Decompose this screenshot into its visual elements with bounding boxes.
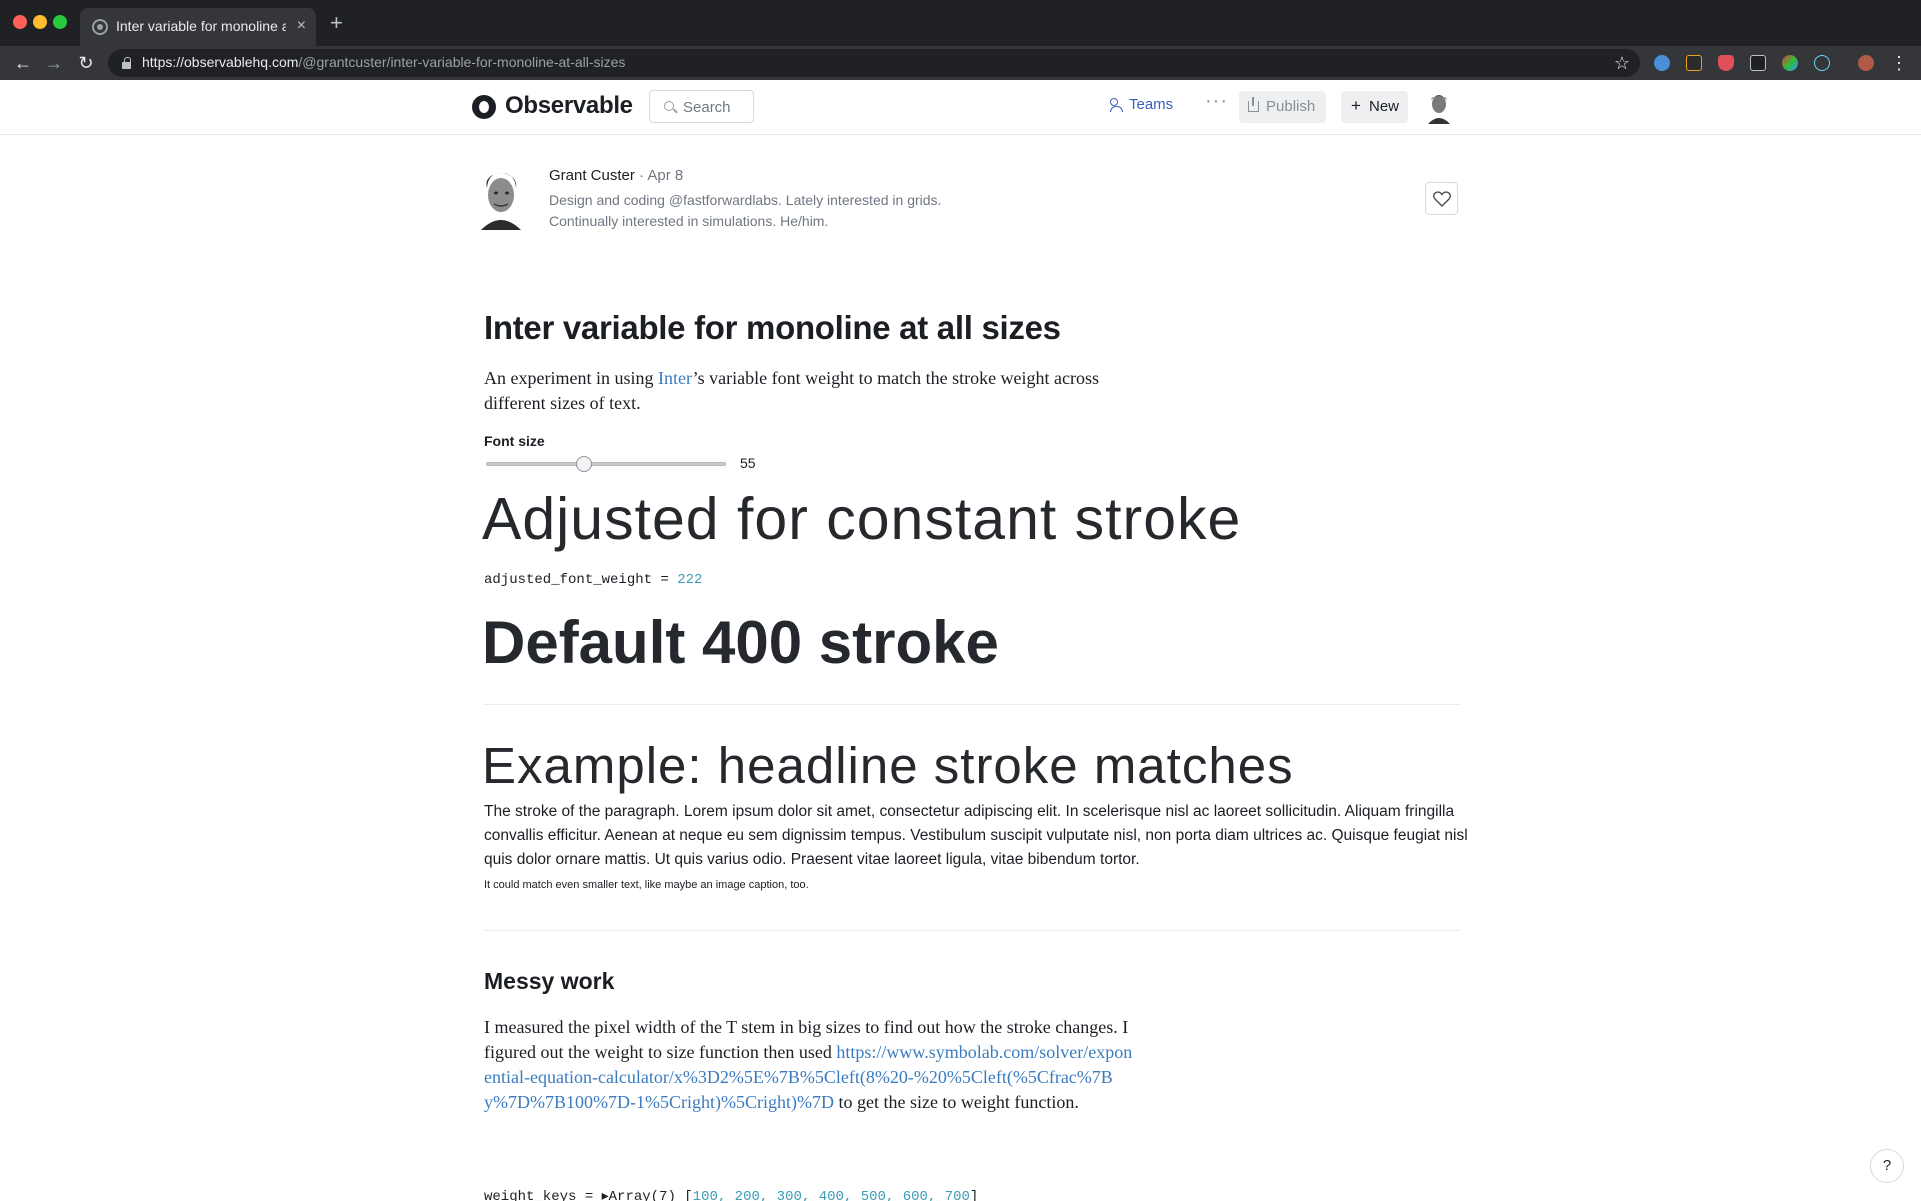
people-icon — [1110, 98, 1124, 112]
observable-favicon-icon — [92, 19, 108, 35]
intro-paragraph: An experiment in using Inter’s variable … — [484, 368, 1100, 413]
search-input[interactable]: Search — [649, 90, 754, 123]
tab-close-icon[interactable]: × — [297, 16, 306, 36]
minimize-window-button[interactable] — [33, 15, 47, 29]
author-byline: Grant Custer · Apr 8 — [549, 167, 683, 184]
new-notebook-button[interactable]: + New — [1341, 91, 1408, 123]
browser-toolbar: ← → ↻ https://observablehq.com/@grantcus… — [0, 46, 1921, 80]
author-bio: Design and coding @fastforwardlabs. Late… — [549, 192, 942, 229]
cell-divider — [484, 704, 1460, 705]
example-caption: It could match even smaller text, like m… — [484, 879, 809, 891]
messy-work-paragraph: I measured the pixel width of the T stem… — [484, 1017, 1133, 1112]
font-size-slider-track[interactable] — [486, 462, 726, 466]
like-button[interactable] — [1425, 182, 1458, 215]
author-avatar[interactable] — [478, 170, 524, 230]
reload-icon[interactable]: ↻ — [75, 52, 97, 74]
example-heading: Example: headline stroke matches — [482, 737, 1294, 794]
more-options-icon[interactable]: ··· — [1205, 90, 1228, 113]
search-icon — [664, 101, 674, 111]
plus-icon: + — [1351, 96, 1361, 115]
extension-icon[interactable] — [1782, 55, 1798, 71]
tab-title: Inter variable for monoline at all sizes — [116, 18, 286, 34]
user-avatar[interactable] — [1426, 92, 1452, 124]
observable-logo-icon[interactable] — [472, 95, 496, 119]
publish-date: · Apr 8 — [634, 167, 684, 184]
font-size-value: 55 — [740, 455, 756, 471]
example-paragraph: The stroke of the paragraph. Lorem ipsum… — [484, 803, 1468, 868]
browser-menu-icon[interactable]: ⋮ — [1890, 52, 1908, 74]
share-icon — [1248, 97, 1259, 112]
url-text: https://observablehq.com/@grantcuster/in… — [142, 54, 626, 70]
author-name-link[interactable]: Grant Custer — [549, 167, 635, 184]
help-button[interactable]: ? — [1870, 1149, 1904, 1183]
browser-tab-active[interactable]: Inter variable for monoline at all sizes… — [80, 8, 316, 46]
search-placeholder: Search — [683, 99, 731, 116]
forward-arrow-icon[interactable]: → — [43, 52, 65, 74]
publish-button[interactable]: Publish — [1239, 91, 1326, 123]
profile-avatar-icon[interactable] — [1858, 55, 1874, 71]
back-arrow-icon[interactable]: ← — [12, 52, 34, 74]
default-stroke-heading: Default 400 stroke — [482, 609, 999, 676]
address-bar[interactable]: https://observablehq.com/@grantcuster/in… — [108, 49, 1640, 77]
inter-link[interactable]: Inter — [658, 368, 693, 388]
observable-header: Observable Search Teams ··· Publish + Ne… — [0, 80, 1921, 135]
observable-logo-text[interactable]: Observable — [505, 92, 633, 120]
weight-keys-output[interactable]: weight_keys = ▸Array(7) [100, 200, 300, … — [484, 1188, 978, 1201]
extension-icon[interactable] — [1686, 55, 1702, 71]
adjusted-stroke-heading: Adjusted for constant stroke — [482, 486, 1242, 552]
heart-icon — [1433, 191, 1451, 207]
extension-icon[interactable] — [1718, 55, 1734, 71]
cell-divider — [484, 930, 1460, 931]
new-tab-icon[interactable]: + — [330, 12, 343, 34]
font-size-label: Font size — [484, 433, 545, 449]
maximize-window-button[interactable] — [53, 15, 67, 29]
adjusted-font-weight-output: adjusted_font_weight = 222 — [484, 572, 703, 588]
extension-icon[interactable] — [1750, 55, 1766, 71]
messy-work-heading: Messy work — [484, 968, 615, 994]
teams-link[interactable]: Teams — [1110, 96, 1173, 113]
notebook-title: Inter variable for monoline at all sizes — [484, 309, 1061, 346]
react-devtools-icon[interactable] — [1814, 55, 1830, 71]
browser-tab-bar: Inter variable for monoline at all sizes… — [0, 0, 1921, 46]
close-window-button[interactable] — [13, 15, 27, 29]
bookmark-star-icon[interactable]: ☆ — [1614, 52, 1630, 74]
lock-icon — [122, 57, 131, 69]
extension-icon[interactable] — [1654, 55, 1670, 71]
font-size-slider-thumb[interactable] — [575, 456, 592, 472]
